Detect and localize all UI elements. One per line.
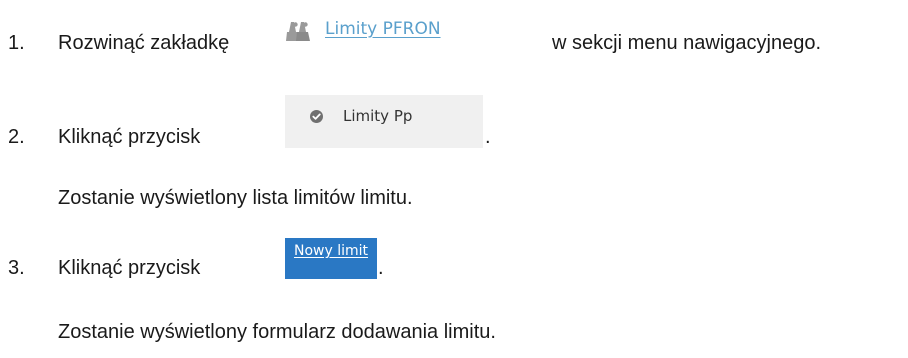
- check-circle-icon: [310, 110, 323, 123]
- nowy-limit-button[interactable]: Nowy limit: [285, 238, 377, 279]
- step-text: Kliknąć przycisk: [58, 126, 201, 148]
- people-group-icon: [286, 22, 312, 42]
- step-text: Rozwinąć zakładkę: [58, 32, 230, 54]
- limity-pfron-tab[interactable]: Limity PFRON: [286, 18, 441, 52]
- step-number: 3.: [8, 257, 25, 279]
- limity-pfron-link[interactable]: Limity PFRON: [325, 18, 441, 40]
- nowy-limit-label: Nowy limit: [293, 243, 369, 259]
- limity-pp-button[interactable]: Limity Pp: [285, 95, 483, 148]
- step-number: 2.: [8, 126, 25, 148]
- step-note: Zostanie wyświetlony lista limitów limit…: [58, 187, 413, 209]
- step-text-after: w sekcji menu nawigacyjnego.: [552, 32, 822, 54]
- step-note: Zostanie wyświetlony formularz dodawania…: [58, 321, 496, 343]
- step-text-after: .: [485, 126, 491, 148]
- step-text-after: .: [378, 257, 384, 279]
- limity-pp-label: Limity Pp: [343, 107, 413, 125]
- step-text: Kliknąć przycisk: [58, 257, 201, 279]
- step-number: 1.: [8, 32, 25, 54]
